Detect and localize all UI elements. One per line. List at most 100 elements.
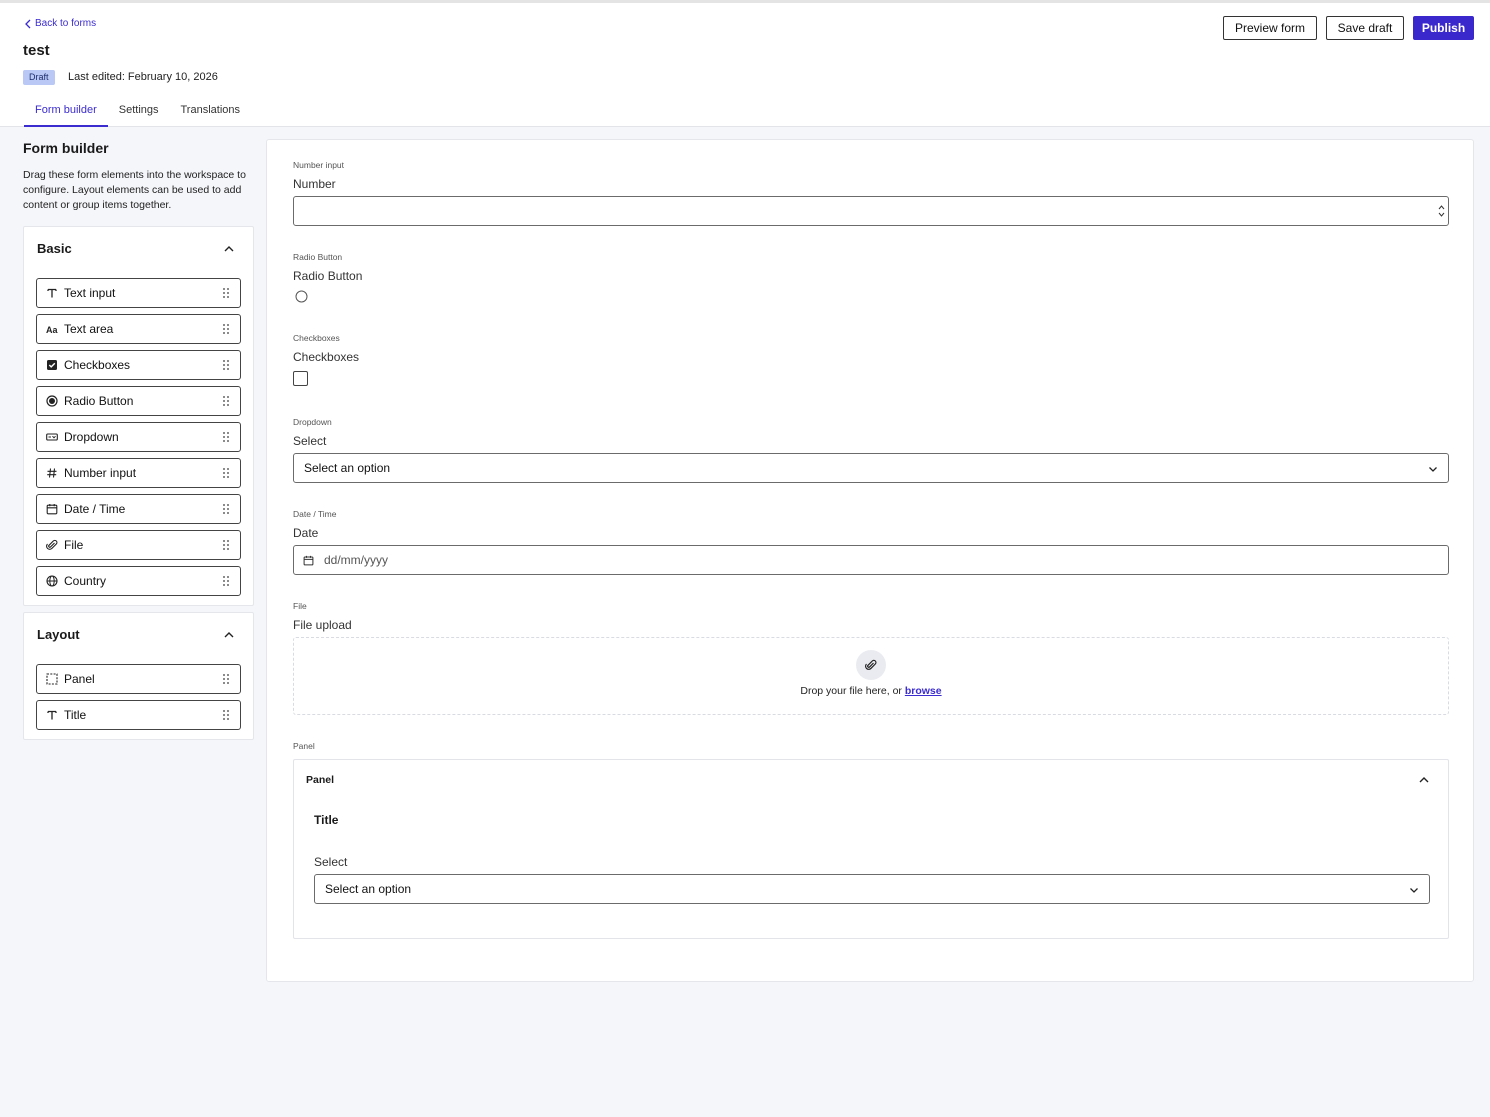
text-icon [46, 709, 58, 721]
back-link-label: Back to forms [35, 18, 97, 29]
drag-handle-icon[interactable] [222, 673, 230, 685]
element-date-time[interactable]: Date / Time [36, 494, 241, 524]
sidebar-title: Form builder [23, 140, 109, 156]
tab-form-builder[interactable]: Form builder [24, 99, 108, 127]
basic-group-header[interactable]: Basic [24, 227, 253, 271]
radio-option[interactable] [295, 290, 308, 303]
element-label: Number input [64, 466, 137, 480]
element-file[interactable]: File [36, 530, 241, 560]
drag-handle-icon[interactable] [222, 323, 230, 335]
globe-icon [46, 575, 58, 587]
panel-container: Panel Title Select Select an option [293, 759, 1449, 939]
preview-form-button[interactable]: Preview form [1223, 16, 1317, 40]
back-to-forms-link[interactable]: Back to forms [24, 18, 96, 29]
chevron-up-icon[interactable] [223, 243, 235, 255]
element-label: Radio Button [64, 394, 134, 408]
element-checkboxes[interactable]: Checkboxes [36, 350, 241, 380]
chevron-down-icon [1429, 467, 1437, 472]
drag-handle-icon[interactable] [222, 539, 230, 551]
element-country[interactable]: Country [36, 566, 241, 596]
element-label: File [64, 538, 84, 552]
page-header: Back to forms test Draft Last edited: Fe… [0, 3, 1490, 127]
element-label: Title [64, 708, 87, 722]
panel-inner-title: Title [314, 813, 339, 827]
chevron-down-icon [1410, 888, 1418, 893]
panel-dropdown-select[interactable]: Select an option [314, 874, 1430, 904]
text-area-icon: Aa [46, 323, 58, 335]
layout-group-title: Layout [37, 627, 80, 642]
element-label: Country [64, 574, 107, 588]
element-dropdown[interactable]: Dropdown [36, 422, 241, 452]
tab-translations[interactable]: Translations [170, 99, 252, 127]
drop-instructions: Drop your file here, or browse [294, 685, 1448, 697]
date-field-label: Date [293, 526, 319, 540]
number-field-label: Number [293, 177, 336, 191]
page-title: test [23, 42, 50, 59]
element-title[interactable]: Title [36, 700, 241, 730]
element-label: Dropdown [64, 430, 119, 444]
panel-icon [46, 673, 58, 685]
select-placeholder: Select an option [325, 882, 412, 896]
field-type-label: File [293, 601, 307, 611]
drag-handle-icon[interactable] [222, 709, 230, 721]
element-label: Date / Time [64, 502, 126, 516]
drop-text: Drop your file here, or [800, 685, 905, 697]
element-label: Text area [64, 322, 114, 336]
drag-handle-icon[interactable] [222, 395, 230, 407]
element-radio-button[interactable]: Radio Button [36, 386, 241, 416]
spinner-icon[interactable] [1438, 204, 1445, 218]
radio-icon [46, 395, 58, 407]
element-panel[interactable]: Panel [36, 664, 241, 694]
paperclip-icon [46, 539, 58, 551]
save-draft-button[interactable]: Save draft [1326, 16, 1404, 40]
layout-group-header[interactable]: Layout [24, 613, 253, 657]
drag-handle-icon[interactable] [222, 431, 230, 443]
basic-group-title: Basic [37, 241, 72, 256]
browse-link[interactable]: browse [905, 685, 942, 697]
basic-group: Basic Text input Aa Text area Checkboxes… [23, 226, 254, 606]
drag-handle-icon[interactable] [222, 359, 230, 371]
element-number-input[interactable]: Number input [36, 458, 241, 488]
dropdown-icon [46, 431, 58, 443]
number-input[interactable] [293, 196, 1449, 226]
form-workspace: Number input Number Radio Button Radio B… [266, 139, 1474, 982]
drag-handle-icon[interactable] [222, 503, 230, 515]
element-text-input[interactable]: Text input [36, 278, 241, 308]
date-input[interactable]: dd/mm/yyyy [293, 545, 1449, 575]
tab-bar: Form builder Settings Translations [24, 99, 251, 127]
field-type-label: Panel [293, 741, 315, 751]
dropdown-field-label: Select [293, 434, 327, 448]
element-label: Checkboxes [64, 358, 131, 372]
panel-title: Panel [306, 774, 335, 786]
chevron-up-icon[interactable] [223, 629, 235, 641]
panel-select-label: Select [314, 855, 348, 869]
checkbox-icon [46, 359, 58, 371]
calendar-icon [46, 503, 58, 515]
field-type-label: Checkboxes [293, 333, 340, 343]
element-text-area[interactable]: Aa Text area [36, 314, 241, 344]
file-field-label: File upload [293, 618, 352, 632]
checkbox-option[interactable] [293, 371, 308, 386]
last-edited-text: Last edited: February 10, 2026 [68, 71, 218, 83]
hash-icon [46, 467, 58, 479]
element-label: Text input [64, 286, 116, 300]
sidebar-description: Drag these form elements into the worksp… [23, 169, 246, 211]
status-badge: Draft [23, 70, 55, 85]
drag-handle-icon[interactable] [222, 575, 230, 587]
element-label: Panel [64, 672, 95, 686]
select-placeholder: Select an option [304, 461, 391, 475]
field-type-label: Date / Time [293, 509, 337, 519]
radio-field-label: Radio Button [293, 269, 363, 283]
chevron-up-icon[interactable] [1418, 774, 1430, 786]
date-placeholder: dd/mm/yyyy [324, 553, 389, 567]
file-drop-zone[interactable]: Drop your file here, or browse [293, 637, 1449, 715]
dropdown-select[interactable]: Select an option [293, 453, 1449, 483]
drag-handle-icon[interactable] [222, 287, 230, 299]
chevron-left-icon [25, 19, 31, 28]
publish-button[interactable]: Publish [1413, 16, 1474, 40]
paperclip-icon [856, 650, 886, 680]
field-type-label: Radio Button [293, 252, 343, 262]
field-type-label: Number input [293, 160, 345, 170]
tab-settings[interactable]: Settings [108, 99, 170, 127]
drag-handle-icon[interactable] [222, 467, 230, 479]
